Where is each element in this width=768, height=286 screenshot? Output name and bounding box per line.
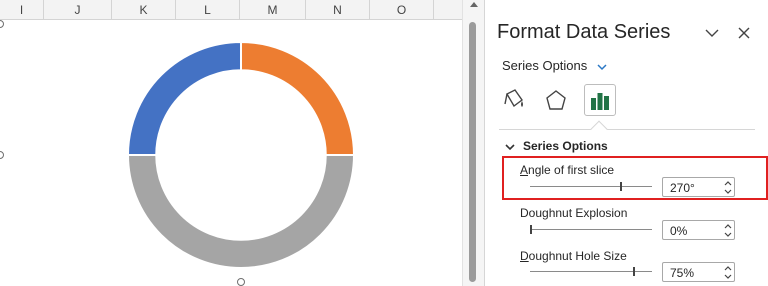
- label-text: oughnut Hole Size: [528, 249, 627, 263]
- label-accelerator: D: [520, 249, 529, 263]
- tab-pointer: [590, 120, 608, 138]
- spin-down-icon[interactable]: [723, 272, 733, 281]
- doughnut-hole-size-label: Doughnut Hole Size: [520, 249, 627, 263]
- scroll-up-icon[interactable]: [470, 2, 478, 7]
- series-options-dropdown-label: Series Options: [502, 58, 588, 73]
- angle-first-slice-label: Angle of first slice: [520, 163, 614, 177]
- label-text: ngle of first slice: [528, 163, 615, 177]
- angle-value[interactable]: 270°: [670, 181, 695, 195]
- series-options-tab[interactable]: [584, 84, 616, 116]
- pane-title: Format Data Series: [497, 21, 671, 43]
- spreadsheet-area: I J K L M N O: [0, 0, 484, 286]
- hole-size-spin-box[interactable]: 75%: [662, 262, 735, 282]
- angle-slider-thumb[interactable]: [620, 182, 622, 191]
- vertical-scrollbar[interactable]: [462, 0, 484, 286]
- pentagon-icon[interactable]: [541, 86, 571, 114]
- hole-size-slider-thumb[interactable]: [633, 267, 636, 276]
- column-header[interactable]: N: [306, 0, 370, 20]
- bar-chart-icon: [591, 93, 609, 110]
- explosion-slider-thumb[interactable]: [530, 225, 532, 234]
- label-accelerator: A: [520, 163, 529, 177]
- section-title: Series Options: [523, 139, 608, 153]
- explosion-slider-track[interactable]: [530, 229, 652, 230]
- column-header[interactable]: I: [0, 0, 44, 20]
- format-data-series-pane: Format Data Series Series Options Series…: [484, 0, 768, 286]
- column-header-row: I J K L M N O: [0, 0, 462, 20]
- hole-size-value[interactable]: 75%: [670, 266, 694, 280]
- series-options-section-header[interactable]: Series Options: [505, 139, 608, 153]
- doughnut-slice-1[interactable]: [126, 40, 242, 156]
- spin-down-icon[interactable]: [723, 230, 733, 239]
- doughnut-explosion-label: Doughnut Explosion: [520, 206, 627, 220]
- doughnut-chart[interactable]: [0, 20, 462, 286]
- chevron-down-icon[interactable]: [705, 26, 719, 40]
- column-header[interactable]: L: [176, 0, 240, 20]
- label-text: Doughnut Explosion: [520, 206, 628, 220]
- close-icon[interactable]: [737, 26, 751, 40]
- column-header[interactable]: J: [44, 0, 112, 20]
- column-header[interactable]: O: [370, 0, 434, 20]
- scrollbar-thumb[interactable]: [469, 22, 476, 282]
- chart-resize-handle[interactable]: [237, 278, 245, 286]
- series-options-dropdown[interactable]: Series Options: [502, 58, 607, 73]
- angle-spin-box[interactable]: 270°: [662, 177, 735, 197]
- chevron-down-icon: [505, 144, 515, 150]
- chevron-down-icon: [597, 64, 607, 70]
- column-header[interactable]: M: [240, 0, 306, 20]
- explosion-spin-box[interactable]: 0%: [662, 220, 735, 240]
- spin-down-icon[interactable]: [723, 187, 733, 196]
- doughnut-slice-2[interactable]: [240, 40, 356, 156]
- explosion-value[interactable]: 0%: [670, 224, 687, 238]
- doughnut-slice-3[interactable]: [126, 154, 356, 269]
- angle-slider-track[interactable]: [530, 186, 652, 187]
- chart-area[interactable]: [0, 20, 462, 286]
- paint-bucket-icon[interactable]: [499, 86, 529, 114]
- tab-divider: [499, 129, 755, 130]
- column-header[interactable]: K: [112, 0, 176, 20]
